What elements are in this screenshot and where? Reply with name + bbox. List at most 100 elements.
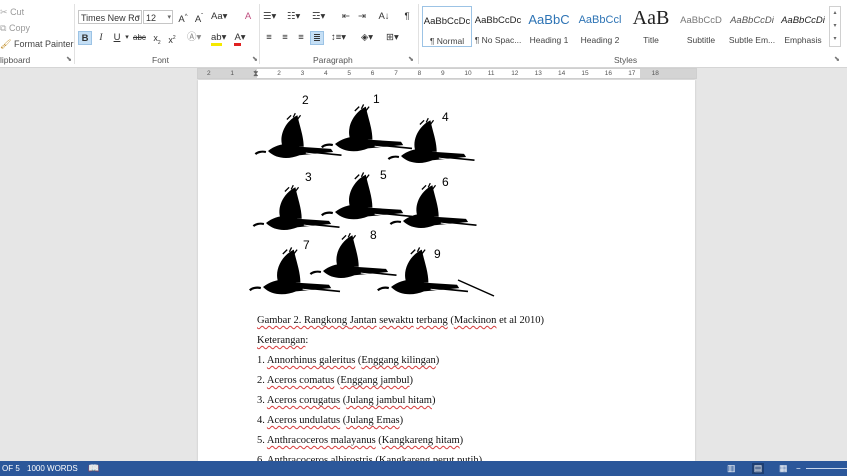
- ruler-tick: 18: [651, 70, 659, 77]
- strikethrough-icon[interactable]: abc: [133, 31, 146, 45]
- document-page[interactable]: 2 1 4 3 5 6 7 8 9 Gambar 2. Rangkong Jan…: [198, 80, 695, 466]
- style-heading-1[interactable]: AaBbC Heading 1: [524, 6, 574, 47]
- align-right-icon[interactable]: ≡: [295, 31, 307, 45]
- style-normal[interactable]: AaBbCcDc ¶ Normal: [422, 6, 472, 47]
- ruler-tick: 2: [207, 70, 211, 77]
- format-painter-button[interactable]: 🖌 Format Painter: [0, 39, 73, 50]
- scissors-icon: ✂: [0, 7, 8, 17]
- separator: [74, 4, 75, 64]
- ruler-tick: 6: [370, 70, 375, 77]
- page-count[interactable]: OF 5: [2, 461, 20, 476]
- ruler-tick: 14: [558, 70, 566, 77]
- copy-button[interactable]: ⧉ Copy: [0, 23, 30, 34]
- paragraph-launcher-icon[interactable]: ⬊: [408, 56, 415, 63]
- ruler-tick: 8: [417, 70, 422, 77]
- show-formatting-icon[interactable]: ¶: [401, 10, 413, 24]
- align-left-icon[interactable]: ≡: [263, 31, 275, 45]
- list-item[interactable]: 2. Aceros comatus (Enggang jambul): [257, 375, 413, 386]
- ruler-tick: 9: [441, 70, 445, 77]
- indent-marker-icon[interactable]: ⧗: [253, 69, 259, 78]
- font-name-combo[interactable]: Times New Ro ▾: [78, 10, 142, 24]
- clipboard-group-label: lipboard: [0, 55, 31, 65]
- line-spacing-icon[interactable]: ↕≡▾: [331, 31, 346, 45]
- list-item[interactable]: 5. Anthracoceros malayanus (Kangkareng h…: [257, 435, 463, 446]
- separator: [418, 4, 419, 64]
- zoom-slider[interactable]: [806, 468, 847, 469]
- ruler-tick: 15: [581, 70, 589, 77]
- bird-number-9: 9: [434, 247, 441, 261]
- bold-button[interactable]: B: [78, 31, 92, 45]
- ruler-tick: 5: [347, 70, 352, 77]
- styles-group-label: Styles: [614, 55, 638, 65]
- word-count[interactable]: 1000 WORDS: [27, 461, 78, 476]
- document-area: 2 1 4 3 5 6 7 8 9 Gambar 2. Rangkong Jan…: [0, 80, 847, 466]
- style-no-spacing[interactable]: AaBbCcDc ¶ No Spac...: [473, 6, 523, 47]
- highlight-icon[interactable]: ab▾: [211, 31, 226, 46]
- borders-icon[interactable]: ⊞▾: [386, 31, 399, 45]
- ruler-tick: 11: [487, 70, 495, 77]
- superscript-icon[interactable]: x2: [166, 31, 178, 45]
- bird-number-3: 3: [305, 170, 312, 184]
- ruler-tick: 7: [394, 70, 398, 77]
- font-color-icon[interactable]: A▾: [234, 31, 246, 46]
- bird-number-2: 2: [302, 93, 309, 107]
- grow-font-icon[interactable]: A^: [177, 10, 189, 25]
- cut-button[interactable]: ✂ Cut: [0, 7, 24, 18]
- chevron-down-icon: ▾: [136, 14, 140, 21]
- bird-1: [320, 103, 414, 153]
- bird-5: [320, 171, 414, 221]
- clear-formatting-icon[interactable]: A: [242, 10, 254, 24]
- justify-icon[interactable]: ≣: [310, 31, 324, 45]
- styles-scroll[interactable]: ▴ ▾ ▾: [829, 6, 841, 47]
- italic-button[interactable]: I: [95, 31, 107, 45]
- status-bar: OF 5 1000 WORDS 📖 ▥ ▤ ▦ −: [0, 461, 847, 476]
- copy-icon: ⧉: [0, 23, 7, 33]
- numbering-icon[interactable]: ☷▾: [287, 10, 300, 24]
- bird-number-6: 6: [442, 175, 449, 189]
- print-layout-icon[interactable]: ▤: [752, 463, 764, 474]
- bullets-icon[interactable]: ☰▾: [263, 10, 276, 24]
- bird-number-7: 7: [303, 238, 310, 252]
- style-subtitle[interactable]: AaBbCcD Subtitle: [676, 6, 726, 47]
- horizontal-ruler[interactable]: 2 1 1 2 3 4 5 6 7 8 9 10 11 12 13 14 15 16 17 18 ⧗: [197, 68, 697, 79]
- style-title[interactable]: AaB Title: [626, 6, 676, 47]
- subscript-icon[interactable]: x2: [151, 31, 163, 46]
- proofing-icon[interactable]: 📖: [88, 461, 99, 476]
- change-case-icon[interactable]: Aa▾: [211, 10, 227, 24]
- ruler-margin-right: [640, 69, 696, 78]
- ruler-tick: 1: [230, 70, 235, 77]
- multilevel-list-icon[interactable]: ☲▾: [312, 10, 325, 24]
- ruler-tick: 10: [464, 70, 472, 77]
- style-subtle-emphasis[interactable]: AaBbCcDi Subtle Em...: [727, 6, 777, 47]
- paintbrush-icon: 🖌: [0, 39, 12, 49]
- shrink-font-icon[interactable]: Aˇ: [193, 10, 205, 25]
- bird-8: [309, 232, 398, 280]
- web-layout-icon[interactable]: ▦: [779, 461, 788, 476]
- chevron-down-icon[interactable]: ▾: [121, 31, 133, 45]
- list-item[interactable]: 4. Aceros undulatus (Julang Emas): [257, 415, 403, 426]
- styles-launcher-icon[interactable]: ⬊: [834, 56, 841, 63]
- font-group-label: Font: [152, 55, 170, 65]
- style-emphasis[interactable]: AaBbCcDi Emphasis: [778, 6, 828, 47]
- text-effects-icon[interactable]: Ⓐ▾: [187, 31, 201, 45]
- increase-indent-icon[interactable]: ⇥: [356, 10, 368, 24]
- list-item[interactable]: 1. Annorhinus galeritus (Enggang kilinga…: [257, 355, 439, 366]
- ruler-tick: 17: [628, 70, 636, 77]
- align-center-icon[interactable]: ≡: [279, 31, 291, 45]
- font-size-combo[interactable]: 12 ▾: [143, 10, 173, 24]
- shading-icon[interactable]: ◈▾: [361, 31, 373, 45]
- bird-3: [252, 184, 341, 232]
- sort-icon[interactable]: A↓: [378, 10, 390, 24]
- figure-caption[interactable]: Gambar 2. Rangkong Jantan sewaktu terban…: [257, 315, 544, 326]
- style-heading-2[interactable]: AaBbCcl Heading 2: [575, 6, 625, 47]
- decrease-indent-icon[interactable]: ⇤: [340, 10, 352, 24]
- read-mode-icon[interactable]: ▥: [727, 461, 736, 476]
- zoom-out-icon[interactable]: −: [796, 461, 801, 476]
- ruler-tick: 12: [511, 70, 519, 77]
- list-item[interactable]: 3. Aceros corugatus (Julang jambul hitam…: [257, 395, 435, 406]
- chevron-down-icon: ▾: [167, 14, 171, 21]
- font-launcher-icon[interactable]: ⬊: [252, 56, 259, 63]
- clipboard-launcher-icon[interactable]: ⬊: [66, 56, 73, 63]
- keterangan-heading[interactable]: Keterangan:: [257, 335, 308, 346]
- ruler-tick: 13: [534, 70, 542, 77]
